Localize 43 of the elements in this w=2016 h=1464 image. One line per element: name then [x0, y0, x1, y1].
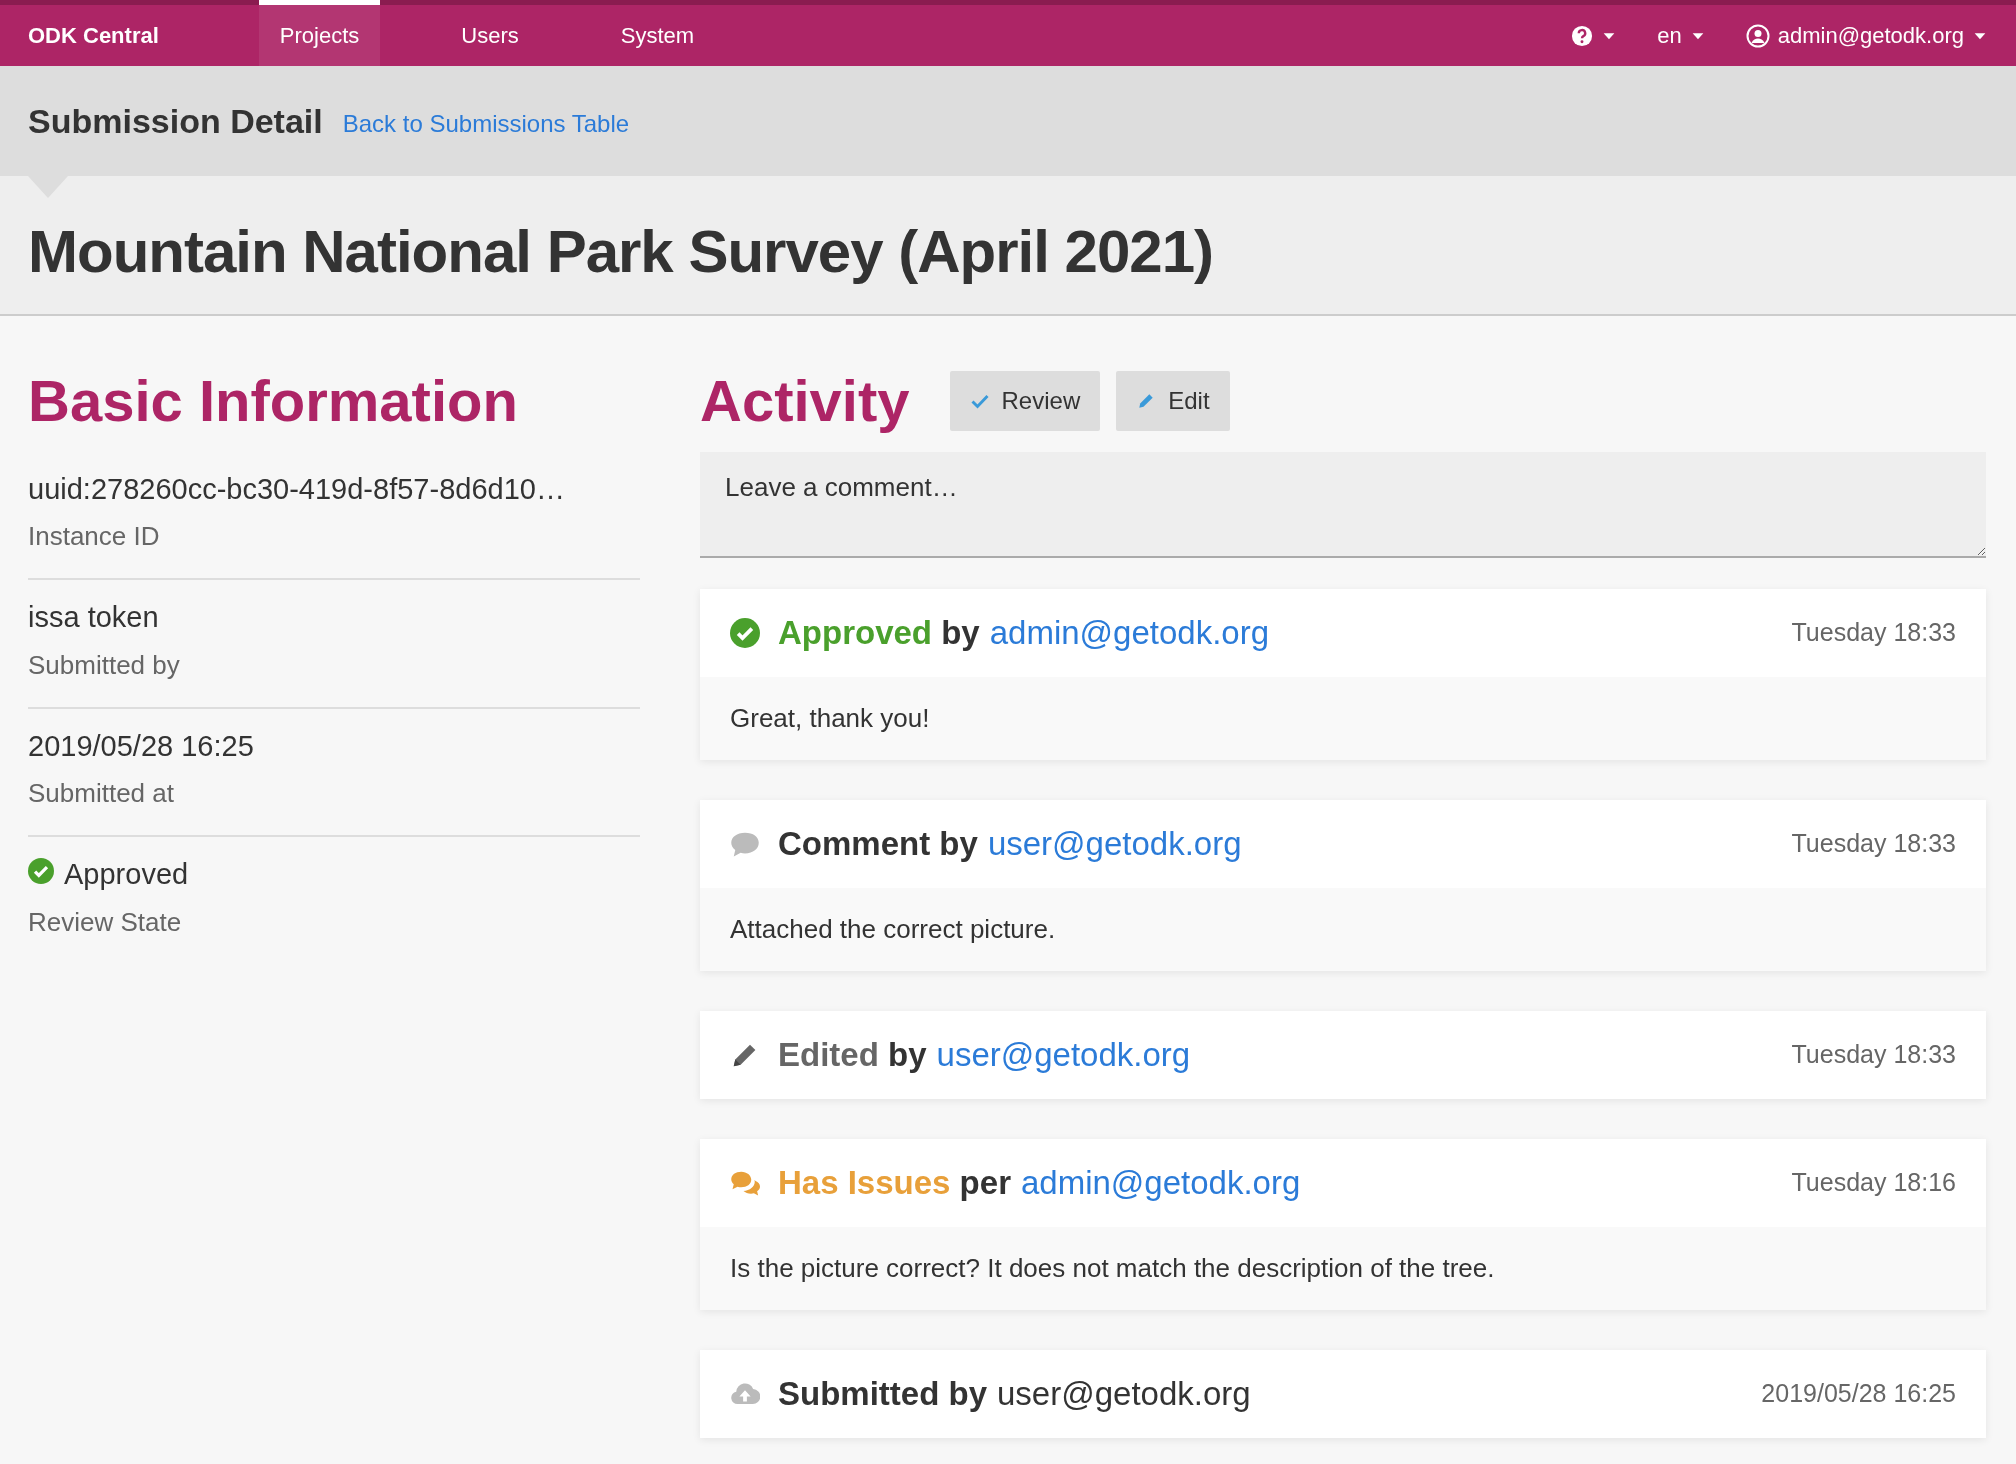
- activity-comment: Great, thank you!: [700, 676, 1986, 760]
- activity-title: Approved by: [778, 612, 980, 653]
- activity-comment: Attached the correct picture.: [700, 887, 1986, 971]
- check-circle-icon: [730, 617, 760, 648]
- activity-time: Tuesday 18:33: [1791, 1038, 1956, 1070]
- approved-icon: [28, 858, 54, 885]
- activity-time: Tuesday 18:16: [1791, 1166, 1956, 1198]
- nav-tab[interactable]: Users: [440, 0, 540, 66]
- user-link[interactable]: admin@getodk.org: [989, 607, 1270, 658]
- brand-link[interactable]: ODK Central: [28, 5, 159, 66]
- activity-time: 2019/05/28 16:25: [1761, 1377, 1956, 1409]
- user-icon: [1745, 23, 1770, 48]
- field-value: Approved: [64, 857, 189, 893]
- field-label: Submitted by: [28, 648, 181, 682]
- field-value: issa token: [28, 600, 159, 636]
- user-link[interactable]: user@getodk.org: [936, 1029, 1191, 1080]
- field-label: Submitted at: [28, 777, 175, 811]
- activity-title: Submitted by: [778, 1373, 987, 1414]
- nav-tab[interactable]: Projects: [258, 0, 381, 66]
- nav-tab[interactable]: System: [599, 0, 716, 66]
- language-menu[interactable]: en: [1657, 5, 1706, 66]
- form-title: Mountain National Park Survey (April 2021): [28, 217, 1214, 287]
- help-icon: [1571, 24, 1594, 47]
- field-label: Instance ID: [28, 520, 161, 554]
- section-heading: Activity: [700, 367, 910, 435]
- activity-time: Tuesday 18:33: [1791, 827, 1956, 859]
- edit-button[interactable]: Edit: [1116, 370, 1230, 431]
- review-button[interactable]: Review: [949, 370, 1101, 431]
- comment-field[interactable]: Leave a comment…: [700, 451, 1986, 558]
- field-label: Review State: [28, 905, 183, 939]
- activity-title: Has Issues per: [778, 1162, 1011, 1203]
- user-menu[interactable]: admin@getodk.org: [1745, 5, 1988, 66]
- page-title: Submission Detail: [28, 100, 323, 142]
- activity-comment: Is the picture correct? It does not match the description of the tree.: [700, 1226, 1986, 1310]
- activity-title: Edited by: [778, 1034, 927, 1075]
- field-value: 2019/05/28 16:25: [28, 728, 254, 764]
- user-link[interactable]: user@getodk.org: [987, 818, 1242, 869]
- user-name: user@getodk.org: [997, 1373, 1251, 1414]
- user-link[interactable]: admin@getodk.org: [1021, 1157, 1301, 1208]
- section-heading: Basic Information: [28, 367, 519, 435]
- field-value: uuid:278260cc-bc30-419d-8f57-8d6d10…: [28, 471, 565, 507]
- activity-time: Tuesday 18:33: [1791, 616, 1956, 648]
- activity-title: Comment by: [778, 823, 978, 864]
